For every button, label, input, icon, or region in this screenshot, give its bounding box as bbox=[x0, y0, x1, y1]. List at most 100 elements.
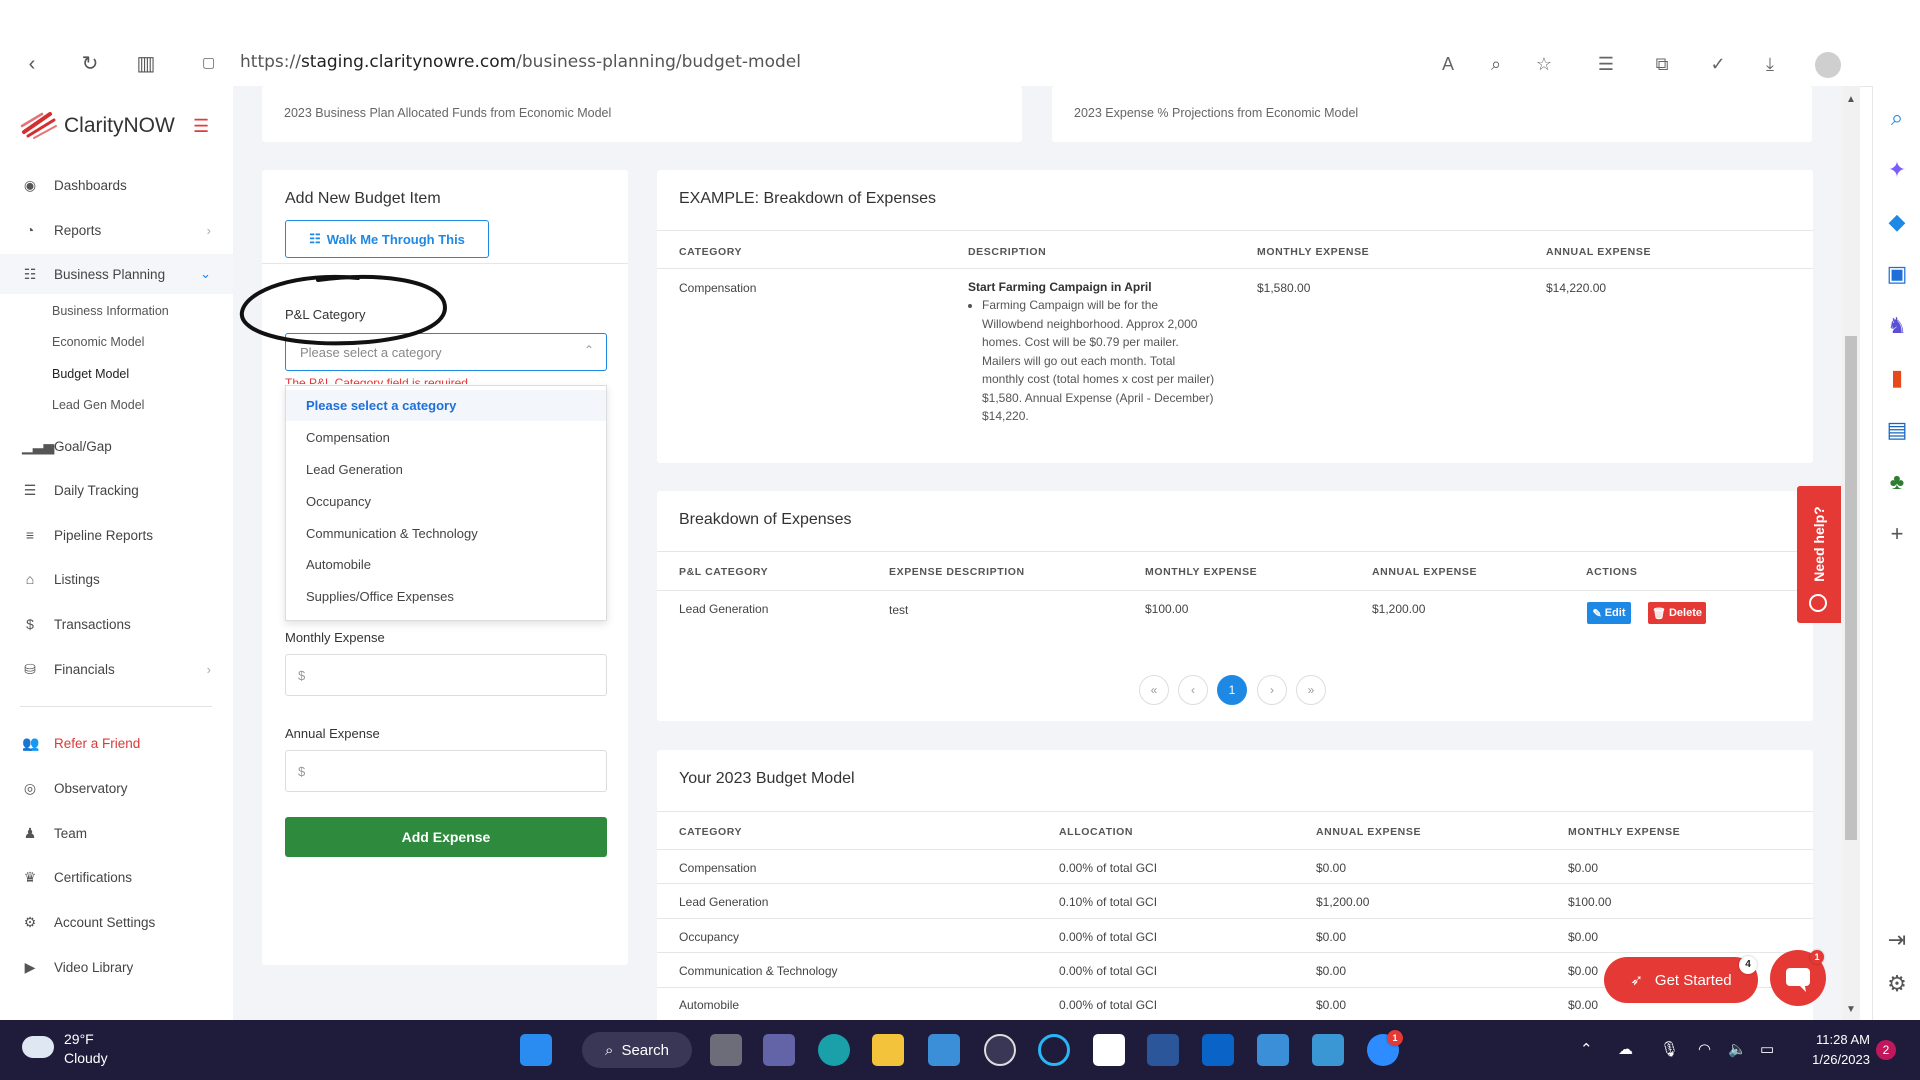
nav-dashboards[interactable]: ◉ Dashboards bbox=[0, 165, 233, 205]
lifebuoy-icon bbox=[1809, 594, 1827, 612]
edge-icon[interactable] bbox=[818, 1034, 850, 1066]
get-started-button[interactable]: ➶ Get Started bbox=[1604, 957, 1758, 1003]
windows-start-icon[interactable] bbox=[520, 1034, 552, 1066]
nav-observatory[interactable]: ◎ Observatory bbox=[0, 768, 233, 808]
onedrive-icon[interactable]: ☁ bbox=[1618, 1040, 1633, 1058]
address-bar[interactable]: ▢ https://staging.claritynowre.com/busin… bbox=[180, 50, 1430, 78]
photos-icon[interactable] bbox=[1257, 1034, 1289, 1066]
office-icon[interactable]: ▮ bbox=[1883, 364, 1911, 392]
option-occupancy[interactable]: Occupancy bbox=[286, 486, 606, 517]
users-icon: 👥 bbox=[22, 734, 40, 751]
sub-lead-gen-model[interactable]: Lead Gen Model bbox=[52, 398, 144, 412]
tools-icon[interactable]: ▣ bbox=[1883, 260, 1911, 288]
add-expense-button[interactable]: Add Expense bbox=[285, 817, 607, 857]
tray-chevron-icon[interactable]: ⌃ bbox=[1580, 1040, 1593, 1058]
nav-daily-tracking[interactable]: ☰ Daily Tracking bbox=[0, 470, 233, 510]
notification-badge[interactable]: 2 bbox=[1876, 1040, 1896, 1060]
profile-avatar[interactable] bbox=[1815, 52, 1841, 78]
tabs-icon[interactable]: ▥ bbox=[134, 52, 158, 76]
delete-button[interactable]: 🗑 Delete bbox=[1648, 602, 1706, 624]
zoom-icon[interactable]: ⌕ bbox=[1484, 54, 1508, 75]
pagination-prev[interactable]: ‹ bbox=[1178, 675, 1208, 705]
pagination-page-1[interactable]: 1 bbox=[1217, 675, 1247, 705]
outlook-icon[interactable] bbox=[1202, 1034, 1234, 1066]
wifi-icon[interactable]: ◠ bbox=[1698, 1040, 1711, 1058]
sidebar-divider bbox=[20, 706, 212, 707]
taskbar-search[interactable]: ⌕ Search bbox=[582, 1032, 692, 1068]
tag-icon[interactable]: ◆ bbox=[1883, 208, 1911, 236]
weather-widget[interactable]: 29°F Cloudy bbox=[64, 1030, 108, 1068]
games-icon[interactable]: ♞ bbox=[1883, 312, 1911, 340]
nav-business-planning[interactable]: ☷ Business Planning ⌄ bbox=[0, 254, 233, 294]
downloads-icon[interactable]: ⤓ bbox=[1758, 54, 1782, 75]
clock[interactable]: 11:28 AM 1/26/2023 bbox=[1800, 1030, 1870, 1070]
mail-icon[interactable] bbox=[928, 1034, 960, 1066]
scroll-up-icon[interactable]: ▲ bbox=[1846, 94, 1856, 105]
sub-business-information[interactable]: Business Information bbox=[52, 304, 169, 318]
task-view-icon[interactable] bbox=[710, 1034, 742, 1066]
tree-icon[interactable]: ♣ bbox=[1883, 468, 1911, 496]
option-lead-generation[interactable]: Lead Generation bbox=[286, 454, 606, 485]
annual-expense-input[interactable]: $ bbox=[285, 750, 607, 792]
walk-me-through-button[interactable]: ☷ Walk Me Through This bbox=[285, 220, 489, 258]
cortana-icon[interactable] bbox=[1038, 1034, 1070, 1066]
pagination-last[interactable]: » bbox=[1296, 675, 1326, 705]
outlook-icon[interactable]: ▤ bbox=[1883, 416, 1911, 444]
need-help-tab[interactable]: Need help? bbox=[1797, 486, 1841, 623]
copilot-icon[interactable]: ✦ bbox=[1883, 156, 1911, 184]
nav-pipeline-reports[interactable]: ≡ Pipeline Reports bbox=[0, 515, 233, 555]
pagination-first[interactable]: « bbox=[1139, 675, 1169, 705]
divider bbox=[657, 811, 1813, 812]
annual-expense-label: Annual Expense bbox=[285, 726, 380, 741]
dell-icon[interactable] bbox=[984, 1034, 1016, 1066]
edit-button[interactable]: ✎ Edit bbox=[1587, 602, 1631, 624]
teams-icon[interactable] bbox=[763, 1034, 795, 1066]
nav-certifications[interactable]: ♛ Certifications bbox=[0, 857, 233, 897]
nav-account-settings[interactable]: ⚙ Account Settings bbox=[0, 902, 233, 942]
scroll-down-icon[interactable]: ▼ bbox=[1846, 1004, 1856, 1015]
breakdown-title: Breakdown of Expenses bbox=[679, 511, 852, 528]
option-automobile[interactable]: Automobile bbox=[286, 549, 606, 580]
nav-team[interactable]: ♟ Team bbox=[0, 813, 233, 853]
microphone-icon[interactable]: 🎙 bbox=[1660, 1040, 1679, 1058]
search-icon[interactable]: ⌕ bbox=[1883, 104, 1911, 132]
nav-video-library[interactable]: ▶ Video Library bbox=[0, 947, 233, 987]
nav-goal-gap[interactable]: ▁▃▅ Goal/Gap bbox=[0, 426, 233, 466]
nav-listings[interactable]: ⌂ Listings bbox=[0, 559, 233, 599]
col-annual-expense: ANNUAL EXPENSE bbox=[1316, 826, 1422, 838]
nav-reports[interactable]: ◔ Reports › bbox=[0, 210, 233, 250]
favorites-icon[interactable]: ☰ bbox=[1594, 54, 1618, 75]
extension-icon[interactable]: ✓ bbox=[1706, 54, 1730, 75]
sub-economic-model[interactable]: Economic Model bbox=[52, 335, 144, 349]
page-scrollbar[interactable]: ▲ ▼ bbox=[1842, 86, 1860, 1020]
scroll-thumb[interactable] bbox=[1845, 336, 1857, 840]
add-favorite-icon[interactable]: ☆ bbox=[1532, 54, 1556, 75]
slack-icon[interactable] bbox=[1093, 1034, 1125, 1066]
zoom-badge: 1 bbox=[1387, 1030, 1403, 1046]
menu-toggle-icon[interactable]: ☰ bbox=[193, 116, 209, 137]
word-icon[interactable] bbox=[1147, 1034, 1179, 1066]
collections-icon[interactable]: ⧉ bbox=[1650, 54, 1674, 75]
volume-icon[interactable]: 🔈 bbox=[1728, 1040, 1747, 1058]
pagination-next[interactable]: › bbox=[1257, 675, 1287, 705]
option-communication-technology[interactable]: Communication & Technology bbox=[286, 518, 606, 549]
battery-icon[interactable]: ▭ bbox=[1760, 1040, 1774, 1058]
back-icon[interactable]: ‹ bbox=[20, 52, 44, 76]
file-explorer-icon[interactable] bbox=[872, 1034, 904, 1066]
weather-condition: Cloudy bbox=[64, 1050, 108, 1066]
option-placeholder[interactable]: Please select a category bbox=[286, 390, 606, 421]
nav-refer-friend[interactable]: 👥 Refer a Friend bbox=[0, 723, 233, 763]
option-compensation[interactable]: Compensation bbox=[286, 422, 606, 453]
reload-icon[interactable]: ↻ bbox=[78, 52, 102, 76]
notepad-icon[interactable] bbox=[1312, 1034, 1344, 1066]
nav-transactions[interactable]: $ Transactions bbox=[0, 604, 233, 644]
read-aloud-icon[interactable]: A bbox=[1436, 54, 1460, 75]
add-icon[interactable]: + bbox=[1883, 520, 1911, 548]
nav-financials[interactable]: ⛁ Financials › bbox=[0, 649, 233, 689]
settings-gear-icon[interactable]: ⚙ bbox=[1883, 970, 1911, 998]
sub-budget-model[interactable]: Budget Model bbox=[52, 367, 129, 381]
sidebar-collapse-icon[interactable]: ⇥ bbox=[1883, 926, 1911, 954]
option-supplies-office[interactable]: Supplies/Office Expenses bbox=[286, 581, 606, 612]
monthly-expense-input[interactable]: $ bbox=[285, 654, 607, 696]
claritynow-logo[interactable]: ClarityNOW bbox=[20, 108, 175, 142]
